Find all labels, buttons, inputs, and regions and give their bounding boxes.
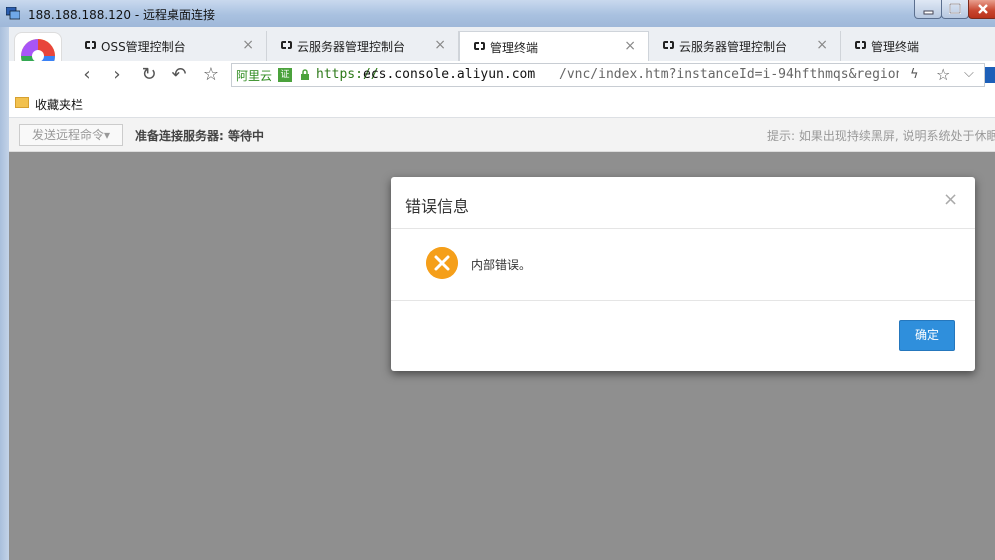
tab-oss-console[interactable]: OSS管理控制台 × xyxy=(71,31,267,61)
site-brand: 阿里云 xyxy=(236,69,273,83)
aliyun-logo-icon xyxy=(85,41,96,49)
undo-icon: ↶ xyxy=(171,64,187,85)
error-message: 内部错误。 xyxy=(471,258,532,272)
minimize-button[interactable] xyxy=(914,0,942,19)
lock-icon xyxy=(301,69,309,80)
remote-desktop-icon xyxy=(6,7,20,20)
hint-text: 提示: 如果出现持续黑屏, 说明系统处于休眠 xyxy=(767,129,995,143)
star-icon: ☆ xyxy=(202,64,220,85)
tab-close-icon[interactable]: × xyxy=(434,37,446,53)
tab-close-icon[interactable]: × xyxy=(242,37,254,53)
browser-window: OSS管理控制台 × 云服务器管理控制台 × 管理终端 × 云服务器管理控制台 … xyxy=(9,27,995,560)
tab-label: OSS管理控制台 xyxy=(101,40,186,54)
send-remote-command-dropdown[interactable]: 发送远程命令▾ xyxy=(19,124,123,146)
aliyun-logo-icon xyxy=(281,41,292,49)
tab-label: 云服务器管理控制台 xyxy=(679,40,788,54)
vnc-toolbar: 发送远程命令▾ 准备连接服务器: 等待中 提示: 如果出现持续黑屏, 说明系统处… xyxy=(9,118,995,152)
url-path: /vnc/index.htm?instanceId=i-94hfthmqs&re… xyxy=(559,67,899,82)
tab-bar: OSS管理控制台 × 云服务器管理控制台 × 管理终端 × 云服务器管理控制台 … xyxy=(9,27,995,62)
tab-label: 云服务器管理控制台 xyxy=(297,40,406,54)
vnc-page: 发送远程命令▾ 准备连接服务器: 等待中 提示: 如果出现持续黑屏, 说明系统处… xyxy=(9,118,995,560)
window-frame-left xyxy=(0,27,9,560)
aliyun-logo-icon xyxy=(855,41,866,49)
tab-ecs-console-2[interactable]: 云服务器管理控制台 × xyxy=(649,31,841,61)
confirm-button[interactable]: 确定 xyxy=(899,320,955,351)
aliyun-logo-icon xyxy=(663,41,674,49)
chevron-down-icon[interactable]: ⌵ xyxy=(964,66,974,81)
dialog-title: 错误信息 xyxy=(405,197,470,216)
extension-icon[interactable] xyxy=(985,67,995,83)
error-dialog: 错误信息 × 内部错误。 确定 xyxy=(391,177,975,371)
minimize-icon xyxy=(923,10,934,15)
bookmarks-folder-label[interactable]: 收藏夹栏 xyxy=(35,96,83,113)
tab-label: 管理终端 xyxy=(871,40,920,54)
close-icon xyxy=(978,4,988,14)
forward-button[interactable]: › xyxy=(105,61,129,89)
chevron-left-icon: ‹ xyxy=(83,64,91,85)
dialog-divider xyxy=(391,228,975,229)
tab-close-icon[interactable]: × xyxy=(624,38,636,54)
rdp-title-bar: 188.188.188.120 - 远程桌面连接 xyxy=(0,0,995,27)
folder-icon xyxy=(15,97,29,108)
back-button[interactable]: ‹ xyxy=(75,61,99,89)
dialog-divider xyxy=(391,300,975,301)
address-bar[interactable]: 阿里云 证 https:// ecs.console.aliyun.com /v… xyxy=(231,63,985,87)
maximize-button[interactable] xyxy=(941,0,969,19)
error-icon xyxy=(426,247,458,279)
connection-status: 准备连接服务器: 等待中 xyxy=(135,129,264,143)
tab-vnc-terminal-active[interactable]: 管理终端 × xyxy=(459,31,649,61)
chevron-right-icon: › xyxy=(113,64,121,85)
tab-label: 管理终端 xyxy=(490,41,539,55)
aliyun-logo-icon xyxy=(474,42,485,50)
maximize-icon xyxy=(949,3,961,14)
bookmarks-bar: 收藏夹栏 xyxy=(9,91,995,118)
reload-button[interactable]: ↻ xyxy=(137,61,161,89)
reload-icon: ↻ xyxy=(141,64,157,85)
tab-ecs-console[interactable]: 云服务器管理控制台 × xyxy=(267,31,459,61)
close-window-button[interactable] xyxy=(968,0,995,19)
window-title: 188.188.188.120 - 远程桌面连接 xyxy=(28,8,216,22)
lightning-icon[interactable]: ϟ xyxy=(910,67,919,82)
undo-close-button[interactable]: ↶ xyxy=(167,61,191,89)
dialog-close-icon[interactable]: × xyxy=(943,189,958,210)
favorite-star-icon[interactable]: ☆ xyxy=(936,65,950,84)
tab-close-icon[interactable]: × xyxy=(816,37,828,53)
url-host: ecs.console.aliyun.com xyxy=(363,67,536,82)
certificate-badge-icon[interactable]: 证 xyxy=(278,68,292,82)
bookmark-star-button[interactable]: ☆ xyxy=(199,61,223,89)
tab-vnc-terminal-2[interactable]: 管理终端 xyxy=(841,31,995,61)
